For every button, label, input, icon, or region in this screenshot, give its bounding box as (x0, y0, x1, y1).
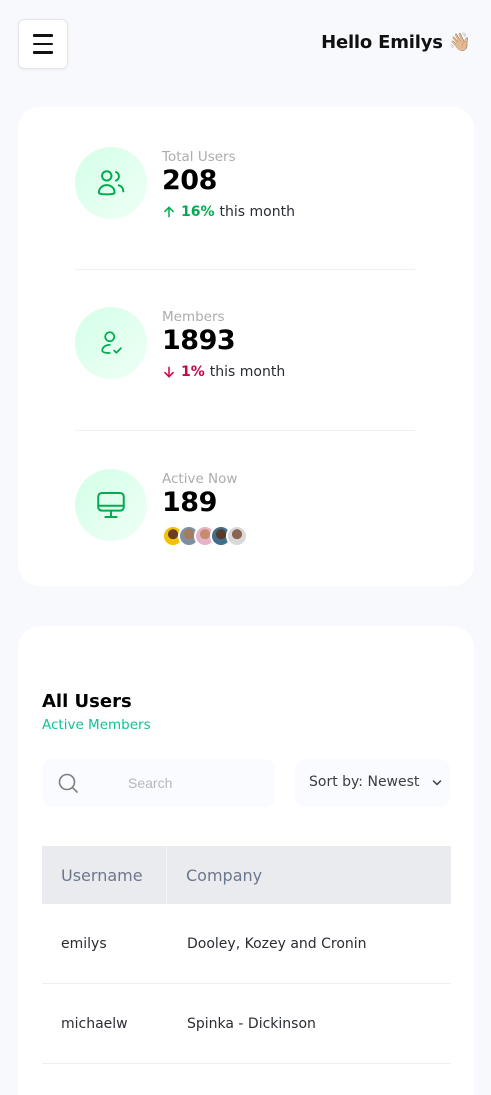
stat-label: Members (162, 309, 225, 325)
sort-label: Sort by: Newest (309, 774, 420, 790)
stats-card: Total Users 208 16% this month Members 1… (18, 107, 474, 586)
stat-active-now: Active Now 189 (75, 469, 415, 547)
stat-value: 189 (162, 487, 217, 518)
avatar (226, 525, 248, 547)
stat-members: Members 1893 1% this month (75, 307, 415, 380)
stat-total-users: Total Users 208 16% this month (75, 147, 415, 220)
column-header-username[interactable]: Username (42, 846, 167, 904)
section-title: All Users (42, 691, 132, 712)
search-box[interactable] (42, 759, 275, 807)
stat-change: 16% this month (162, 204, 295, 220)
users-card: All Users Active Members Sort by: Newest… (18, 626, 474, 1095)
monitor-icon (75, 469, 147, 541)
menu-button[interactable] (18, 19, 68, 69)
cell-company: Dooley, Kozey and Cronin (187, 935, 367, 952)
table-header: Username Company (42, 846, 451, 904)
stat-value: 1893 (162, 325, 236, 356)
change-percent: 16% (181, 204, 215, 220)
search-icon (58, 773, 78, 793)
stat-label: Total Users (162, 149, 236, 165)
table-row[interactable]: michaelw Spinka - Dickinson (42, 984, 451, 1064)
user-check-icon (75, 307, 147, 379)
search-input[interactable] (112, 769, 262, 797)
stat-label: Active Now (162, 471, 238, 487)
hamburger-menu-icon (33, 34, 53, 37)
chevron-down-icon (432, 780, 442, 786)
top-bar: Hello Emilys 👋🏼 (0, 0, 491, 90)
divider (75, 269, 415, 270)
arrow-down-icon (164, 366, 174, 378)
section-subtitle[interactable]: Active Members (42, 717, 151, 733)
change-percent: 1% (181, 364, 205, 380)
stat-change: 1% this month (162, 364, 285, 380)
cell-username: michaelw (61, 1015, 128, 1032)
change-text: this month (209, 364, 286, 380)
table-row[interactable]: emilys Dooley, Kozey and Cronin (42, 904, 451, 984)
change-text: this month (219, 204, 295, 220)
users-icon (75, 147, 147, 219)
stat-value: 208 (162, 165, 217, 196)
cell-company: Spinka - Dickinson (187, 1015, 316, 1032)
active-avatars (162, 525, 248, 547)
waving-hand-icon: 👋🏼 (448, 32, 471, 53)
cell-username: emilys (61, 935, 107, 952)
greeting-text: Hello Emilys (321, 32, 443, 53)
column-header-company[interactable]: Company (167, 846, 262, 904)
arrow-up-icon (164, 206, 174, 218)
users-table: Username Company emilys Dooley, Kozey an… (42, 846, 451, 1064)
sort-dropdown[interactable]: Sort by: Newest (295, 759, 450, 807)
divider (75, 430, 415, 431)
greeting: Hello Emilys 👋🏼 (321, 32, 471, 53)
